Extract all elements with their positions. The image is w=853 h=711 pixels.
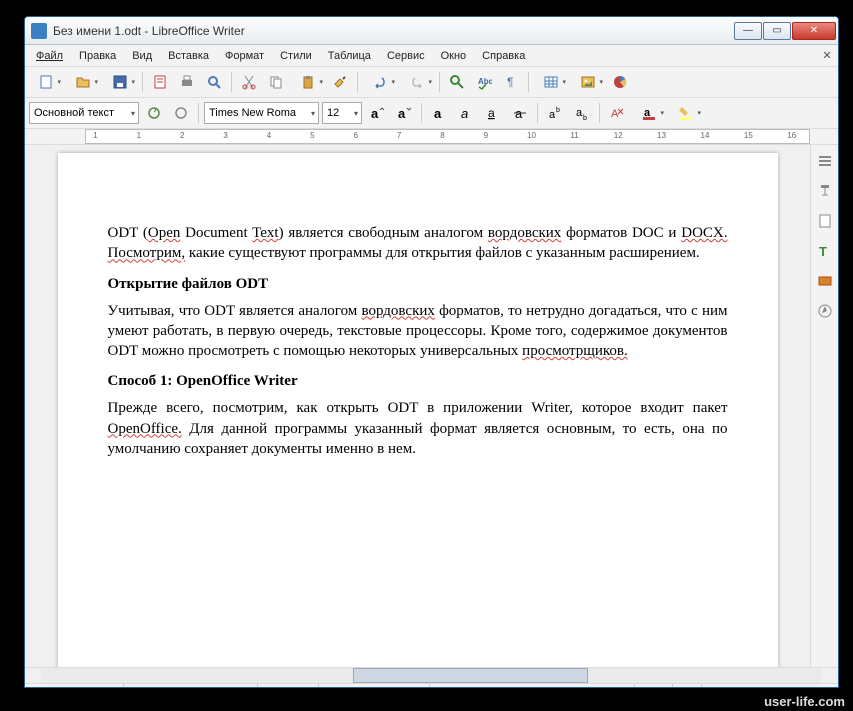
insert-image-button[interactable] — [571, 70, 605, 94]
document-close-button[interactable]: ✕ — [820, 49, 834, 63]
formatting-marks-button[interactable]: ¶ — [499, 70, 523, 94]
horizontal-ruler[interactable]: 112 345 678 91011 121314 1516 — [25, 129, 838, 145]
subscript-button[interactable]: ab — [570, 101, 594, 125]
svg-text:T: T — [819, 244, 827, 259]
status-words[interactable]: 91 слов, 676 символов — [124, 684, 257, 688]
svg-text:a: a — [461, 106, 468, 121]
heading[interactable]: Способ 1: OpenOffice Writer — [108, 373, 728, 390]
status-style[interactable]: Базовый — [258, 684, 319, 688]
clear-formatting-button[interactable]: A — [605, 101, 629, 125]
sidebar-menu-icon[interactable] — [815, 151, 835, 171]
heading[interactable]: Открытие файлов ODT — [108, 276, 728, 293]
save-button[interactable] — [103, 70, 137, 94]
svg-text:a: a — [434, 106, 442, 121]
svg-text:b: b — [556, 107, 560, 114]
titlebar: Без имени 1.odt - LibreOffice Writer — ▭… — [25, 17, 838, 45]
strikethrough-button[interactable]: a — [508, 101, 532, 125]
paragraph-style-combo[interactable]: Основной текст — [29, 102, 139, 124]
spellcheck-button[interactable]: Abc — [472, 70, 496, 94]
decrease-font-button[interactable]: a — [392, 101, 416, 125]
minimize-button[interactable]: — — [734, 22, 762, 40]
page-icon[interactable] — [815, 211, 835, 231]
export-pdf-button[interactable] — [148, 70, 172, 94]
new-style-button[interactable] — [169, 101, 193, 125]
menu-edit[interactable]: Правка — [72, 48, 123, 64]
status-language[interactable]: Английский (США) — [319, 684, 430, 688]
undo-button[interactable] — [363, 70, 397, 94]
insert-chart-button[interactable] — [608, 70, 632, 94]
window-title: Без имени 1.odt - LibreOffice Writer — [53, 24, 734, 38]
increase-font-button[interactable]: a — [365, 101, 389, 125]
menu-view[interactable]: Вид — [125, 48, 159, 64]
font-name-combo[interactable]: Times New Roma — [204, 102, 319, 124]
styles-icon[interactable]: T — [815, 241, 835, 261]
status-page[interactable]: Страница 1 из 1 — [25, 684, 124, 688]
svg-text:¶: ¶ — [507, 75, 513, 89]
print-preview-button[interactable] — [202, 70, 226, 94]
svg-text:a: a — [488, 106, 495, 120]
watermark: user-life.com — [764, 694, 845, 709]
close-button[interactable]: ✕ — [792, 22, 836, 40]
svg-text:b: b — [583, 115, 587, 121]
menu-help[interactable]: Справка — [475, 48, 532, 64]
svg-text:a: a — [549, 109, 556, 121]
bold-button[interactable]: a — [427, 101, 451, 125]
toolbar-standard: Abc ¶ — [25, 67, 838, 98]
highlight-color-button[interactable] — [669, 101, 703, 125]
insert-table-button[interactable] — [534, 70, 568, 94]
gallery-icon[interactable] — [815, 271, 835, 291]
menu-window[interactable]: Окно — [434, 48, 474, 64]
page[interactable]: ODT (Open Document Text) является свобод… — [58, 153, 778, 667]
toolbar-formatting: Основной текст Times New Roma 12 a a a a… — [25, 98, 838, 129]
format-paintbrush-button[interactable] — [328, 70, 352, 94]
font-color-button[interactable]: a — [632, 101, 666, 125]
svg-text:A: A — [611, 108, 619, 120]
sidebar: T — [810, 145, 838, 667]
app-icon — [31, 23, 47, 39]
menu-insert[interactable]: Вставка — [161, 48, 216, 64]
paste-button[interactable] — [291, 70, 325, 94]
paragraph[interactable]: ODT (Open Document Text) является свобод… — [108, 223, 728, 264]
horizontal-scrollbar[interactable] — [25, 667, 838, 683]
redo-button[interactable] — [400, 70, 434, 94]
find-replace-button[interactable] — [445, 70, 469, 94]
view-multi-page-icon[interactable]: ▭▭ — [635, 684, 673, 688]
menu-tools[interactable]: Сервис — [380, 48, 432, 64]
menu-format[interactable]: Формат — [218, 48, 271, 64]
svg-text:a: a — [371, 106, 379, 121]
properties-icon[interactable] — [815, 181, 835, 201]
open-button[interactable] — [66, 70, 100, 94]
paragraph[interactable]: Учитывая, что ODT является аналогом ворд… — [108, 301, 728, 362]
cut-button[interactable] — [237, 70, 261, 94]
view-single-page-icon[interactable]: ▭ — [608, 684, 635, 688]
navigator-icon[interactable] — [815, 301, 835, 321]
update-style-button[interactable] — [142, 101, 166, 125]
font-size-combo[interactable]: 12 — [322, 102, 362, 124]
svg-text:a: a — [398, 106, 406, 121]
maximize-button[interactable]: ▭ — [763, 22, 791, 40]
print-button[interactable] — [175, 70, 199, 94]
statusbar: Страница 1 из 1 91 слов, 676 символов Ба… — [25, 683, 838, 688]
document-area[interactable]: ODT (Open Document Text) является свобод… — [25, 145, 810, 667]
menubar: Файл Правка Вид Вставка Формат Стили Таб… — [25, 45, 838, 67]
menu-styles[interactable]: Стили — [273, 48, 319, 64]
italic-button[interactable]: a — [454, 101, 478, 125]
copy-button[interactable] — [264, 70, 288, 94]
new-button[interactable] — [29, 70, 63, 94]
svg-text:a: a — [576, 107, 583, 119]
app-window: Без имени 1.odt - LibreOffice Writer — ▭… — [24, 16, 839, 688]
superscript-button[interactable]: ab — [543, 101, 567, 125]
menu-file[interactable]: Файл — [29, 48, 70, 64]
menu-table[interactable]: Таблица — [321, 48, 378, 64]
paragraph[interactable]: Прежде всего, посмотрим, как открыть ODT… — [108, 398, 728, 459]
view-book-icon[interactable]: ▯▯ — [673, 684, 702, 688]
underline-button[interactable]: a — [481, 101, 505, 125]
